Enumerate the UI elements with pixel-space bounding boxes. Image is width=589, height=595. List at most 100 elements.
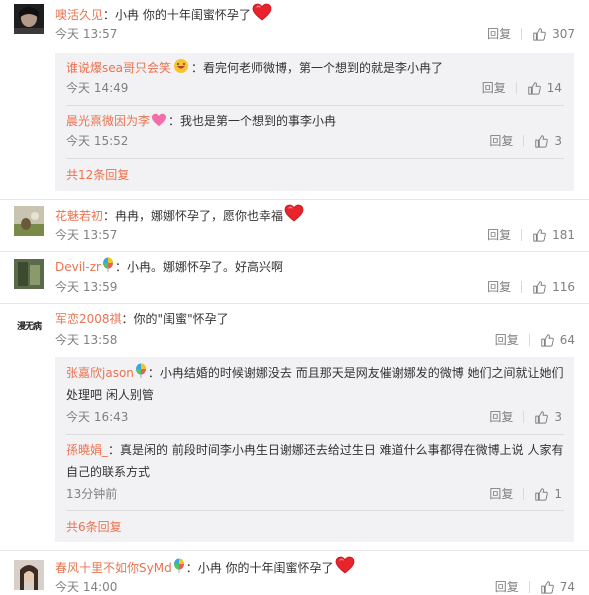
comment-time: 今天 13:57 (55, 27, 118, 41)
like-count: 1 (554, 487, 562, 501)
avatar[interactable] (14, 560, 44, 590)
reply-button[interactable]: 回复 (487, 279, 511, 295)
reply-text: ：看完何老师微博，第一个想到的就是李小冉了 (191, 61, 444, 75)
comment-text: ：小冉 你的十年闺蜜怀孕了 (185, 561, 334, 575)
user-avatar-image (14, 206, 44, 236)
like-count: 3 (554, 134, 562, 148)
comment-username[interactable]: 噢活久见 (55, 8, 103, 22)
reply-time: 今天 16:43 (66, 410, 129, 424)
comment-text: ：小冉 你的十年闺蜜怀孕了 (103, 8, 251, 22)
comment-username[interactable]: 花魅若初 (55, 209, 103, 223)
heart-emoji-icon (252, 3, 272, 21)
member-balloon-icon (173, 558, 185, 574)
action-divider (523, 411, 525, 423)
comment-actions: 回复 74 (495, 579, 575, 595)
heart-emoji-icon (335, 556, 355, 574)
reply-divider (66, 158, 564, 159)
thumbs-up-icon[interactable] (540, 333, 554, 347)
reply-button[interactable]: 回复 (487, 26, 511, 42)
reply-actions: 回复 14 (482, 80, 562, 96)
thumbs-up-icon[interactable] (527, 81, 541, 95)
action-divider (515, 82, 517, 94)
reply-button[interactable]: 回复 (489, 486, 513, 502)
like-count: 3 (554, 410, 562, 424)
thumbs-up-icon[interactable] (534, 134, 548, 148)
comment-text: ：你的"闺蜜"怀孕了 (121, 312, 229, 326)
like-count: 74 (559, 580, 575, 594)
reply-text-line: 谁说爆sea哥只会笑 ：看完何老师微博，第一个想到的就是李小冉了 (66, 58, 443, 77)
comment-username[interactable]: 军恋2008祺 (55, 312, 122, 326)
comment-time: 今天 13:57 (55, 228, 118, 242)
action-divider (528, 581, 530, 593)
reply-actions: 回复 3 (489, 133, 562, 149)
reply-time: 今天 15:52 (66, 134, 129, 148)
reply-button[interactable]: 回复 (487, 227, 511, 243)
member-balloon-icon (102, 257, 114, 273)
action-divider (523, 135, 525, 147)
comment-divider (0, 550, 589, 551)
comment-divider (0, 199, 589, 200)
comment-divider (0, 251, 589, 252)
reply-username[interactable]: 张嘉欣jason (66, 366, 134, 380)
comment-text-line: 花魅若初：冉冉，娜娜怀孕了，愿你也幸福 (55, 204, 305, 225)
like-count: 116 (552, 280, 575, 294)
reply-time: 今天 14:49 (66, 81, 129, 95)
comment-username[interactable]: 春风十里不如你SyMd (55, 561, 172, 575)
thumbs-up-icon[interactable] (532, 280, 546, 294)
action-divider (523, 488, 525, 500)
view-all-replies-link[interactable]: 共6条回复 (66, 519, 122, 535)
user-avatar-image (14, 259, 44, 289)
pink-heart-icon (152, 113, 167, 127)
reply-text-line: 晨光熹微因为李 ：我也是第一个想到的事李小冉 (66, 112, 336, 130)
member-balloon-icon (135, 363, 147, 379)
avatar[interactable] (14, 206, 44, 236)
reply-divider (66, 105, 564, 106)
like-count: 307 (552, 27, 575, 41)
comment-actions: 回复 307 (487, 26, 575, 42)
thumbs-up-icon[interactable] (532, 27, 546, 41)
reply-button[interactable]: 回复 (495, 332, 519, 348)
avatar[interactable] (14, 259, 44, 289)
comment-time: 今天 13:58 (55, 333, 118, 347)
reply-username[interactable]: 谁说爆sea哥只会笑 (66, 61, 171, 75)
avatar[interactable] (14, 4, 44, 34)
reply-time: 13分钟前 (66, 487, 118, 501)
comment-text: ：小冉。娜娜怀孕了。好高兴啊 (114, 260, 283, 274)
reply-divider (66, 510, 564, 511)
thumbs-up-icon[interactable] (534, 487, 548, 501)
like-count: 64 (559, 333, 575, 347)
comment-text-line: 噢活久见：小冉 你的十年闺蜜怀孕了 (55, 3, 273, 24)
comment-username[interactable]: Devil-zr (55, 260, 101, 274)
reply-button[interactable]: 回复 (489, 409, 513, 425)
user-avatar-image (14, 4, 44, 34)
reply-actions: 回复 1 (489, 486, 562, 502)
comment-divider (0, 303, 589, 304)
heart-emoji-icon (284, 204, 304, 222)
comment-text: ：冉冉，娜娜怀孕了，愿你也幸福 (103, 209, 284, 223)
comment-actions: 回复 181 (487, 227, 575, 243)
reply-text-block: 孫曉娟_：真是闲的 前段时间李小冉生日谢娜还去给过生日 难道什么事都得在微博上说… (66, 439, 564, 483)
reply-button[interactable]: 回复 (482, 80, 506, 96)
reply-button[interactable]: 回复 (495, 579, 519, 595)
action-divider (521, 229, 523, 241)
thumbs-up-icon[interactable] (534, 410, 548, 424)
thumbs-up-icon[interactable] (532, 228, 546, 242)
reply-username[interactable]: 孫曉娟_ (66, 443, 108, 457)
comment-text-line: 春风十里不如你SyMd ：小冉 你的十年闺蜜怀孕了 (55, 556, 356, 577)
like-count: 14 (546, 81, 562, 95)
avatar[interactable]: 漫无病 (14, 312, 44, 342)
comment-time: 今天 13:59 (55, 280, 118, 294)
reply-text-block: 张嘉欣jason ：小冉结婚的时候谢娜没去 而且那天是网友催谢娜发的微博 她们之间… (66, 362, 564, 406)
reply-button[interactable]: 回复 (489, 133, 513, 149)
comment-time: 今天 14:00 (55, 580, 118, 594)
laughing-emoji-icon (174, 59, 188, 73)
comment-text-line: Devil-zr ：小冉。娜娜怀孕了。好高兴啊 (55, 257, 283, 276)
reply-username[interactable]: 晨光熹微因为李 (66, 114, 150, 128)
comment-actions: 回复 116 (487, 279, 575, 295)
action-divider (521, 281, 523, 293)
reply-actions: 回复 3 (489, 409, 562, 425)
avatar-calligraphy: 漫无病 (16, 322, 42, 332)
action-divider (521, 28, 523, 40)
comment-actions: 回复 64 (495, 332, 575, 348)
view-all-replies-link[interactable]: 共12条回复 (66, 167, 129, 183)
